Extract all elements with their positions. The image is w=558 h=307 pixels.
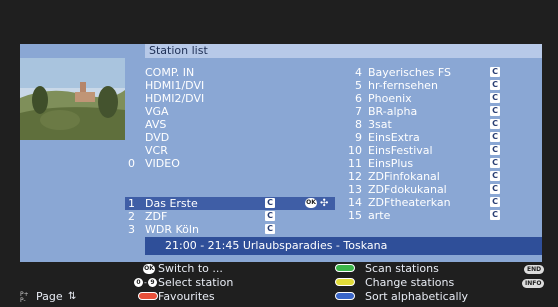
list-item[interactable]: 10 EinsFestival C <box>340 144 530 157</box>
digit-0-icon: 0 <box>134 278 143 287</box>
digit-9-icon: 9 <box>148 278 157 287</box>
green-button-icon <box>335 264 355 272</box>
channel-type-badge: C <box>490 171 500 181</box>
range-dash: - <box>144 278 147 287</box>
channel-type-badge: C <box>265 211 275 221</box>
channel-type-badge: C <box>490 80 500 90</box>
channel-type-badge: C <box>490 106 500 116</box>
list-item[interactable]: 14 ZDFtheaterkan C <box>340 196 530 209</box>
change-stations-hint[interactable]: Change stations <box>365 277 454 289</box>
list-item-selected[interactable]: 1 Das Erste C OK ✣ <box>125 197 335 210</box>
panel-title: Station list <box>145 44 542 58</box>
list-item[interactable]: 15 arte C <box>340 209 530 222</box>
end-key-icon: END <box>524 265 544 274</box>
station-list-panel: Station list COMP. IN HDMI1/DVI HDMI2/DV… <box>20 44 542 262</box>
channel-type-badge: C <box>265 198 275 208</box>
preview-thumbnail <box>20 58 125 140</box>
favourites-hint[interactable]: Favourites <box>158 291 215 303</box>
list-item[interactable]: 5 hr-fernsehen C <box>340 79 530 92</box>
channel-type-badge: C <box>490 67 500 77</box>
list-item[interactable]: 4 Bayerisches FS C <box>340 66 530 79</box>
page-hint[interactable]: Page <box>36 291 63 303</box>
channel-type-badge: C <box>265 224 275 234</box>
yellow-button-icon <box>335 278 355 286</box>
epg-info-bar: 21:00 - 21:45 Urlaubsparadies - Toskana <box>145 237 542 255</box>
page-up-down-icon: P+ P- <box>20 291 29 304</box>
channel-type-badge: C <box>490 119 500 129</box>
list-item[interactable]: 12 ZDFinfokanal C <box>340 170 530 183</box>
channel-type-badge: C <box>490 132 500 142</box>
channel-type-badge: C <box>490 210 500 220</box>
list-item[interactable]: 7 BR-alpha C <box>340 105 530 118</box>
list-item[interactable]: 3 WDR Köln C <box>125 223 335 236</box>
red-button-icon <box>138 292 158 300</box>
switch-to-hint: Switch to ... <box>158 262 223 275</box>
channel-type-badge: C <box>490 145 500 155</box>
scan-stations-hint[interactable]: Scan stations <box>365 263 439 275</box>
list-item[interactable]: 2 ZDF C <box>125 210 335 223</box>
channel-type-badge: C <box>490 158 500 168</box>
select-station-hint: Select station <box>158 276 234 289</box>
list-item[interactable]: 6 Phoenix C <box>340 92 530 105</box>
list-item[interactable]: 9 EinsExtra C <box>340 131 530 144</box>
info-key-icon: INFO <box>522 279 544 288</box>
channel-type-badge: C <box>490 93 500 103</box>
channel-type-badge: C <box>490 197 500 207</box>
channel-type-badge: C <box>490 184 500 194</box>
list-item[interactable]: 8 3sat C <box>340 118 530 131</box>
move-icon: ✣ <box>320 198 329 209</box>
sort-arrows-icon: ⇅ <box>68 291 77 302</box>
ok-icon: OK <box>305 198 317 208</box>
list-item[interactable]: 13 ZDFdokukanal C <box>340 183 530 196</box>
sort-alphabetically-hint[interactable]: Sort alphabetically <box>365 291 468 303</box>
ok-button-icon: OK <box>143 264 155 274</box>
list-item[interactable]: 11 EinsPlus C <box>340 157 530 170</box>
blue-button-icon <box>335 292 355 300</box>
